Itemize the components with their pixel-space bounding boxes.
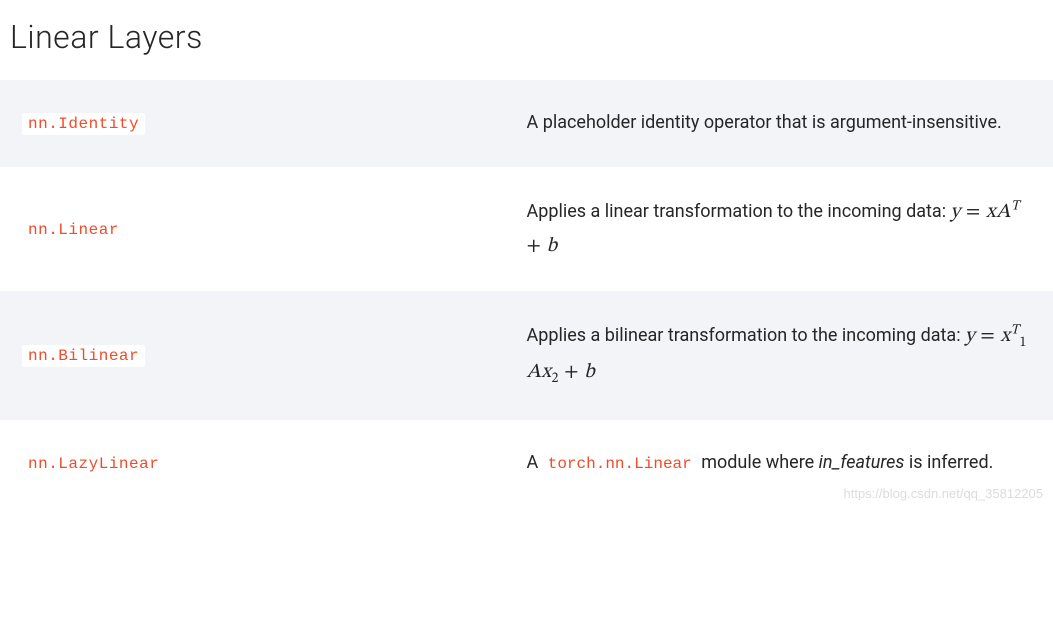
arg-name: in_features [819,452,905,473]
api-cell: nn.Bilinear [22,345,527,365]
api-link-bilinear[interactable]: nn.Bilinear [22,345,145,367]
api-cell: nn.LazyLinear [22,453,527,473]
desc-cell: Applies a bilinear transformation to the… [527,319,1032,393]
desc-cell: Applies a linear transformation to the i… [527,195,1032,263]
desc-text: Applies a bilinear transformation to the… [527,325,966,346]
table-row: nn.Bilinear Applies a bilinear transform… [0,291,1053,421]
api-cell: nn.Linear [22,219,527,239]
inline-code: torch.nn.Linear [543,454,697,474]
table-row: nn.LazyLinear A torch.nn.Linear module w… [0,420,1053,507]
page-title: Linear Layers [0,0,1053,80]
desc-text: Applies a linear transformation to the i… [527,201,951,222]
desc-cell: A placeholder identity operator that is … [527,108,1032,139]
desc-cell: A torch.nn.Linear module where in_featur… [527,448,1032,479]
desc-text-b: module where [697,452,819,473]
table-row: nn.Linear Applies a linear transformatio… [0,167,1053,291]
table-row: nn.Identity A placeholder identity opera… [0,80,1053,167]
api-link-identity[interactable]: nn.Identity [22,113,145,135]
desc-text-a: A [527,452,543,473]
desc-text-c: is inferred. [904,452,993,473]
api-link-linear[interactable]: nn.Linear [22,219,125,241]
api-cell: nn.Identity [22,113,527,133]
desc-text: A placeholder identity operator that is … [527,112,1002,133]
api-link-lazylinear[interactable]: nn.LazyLinear [22,453,165,475]
